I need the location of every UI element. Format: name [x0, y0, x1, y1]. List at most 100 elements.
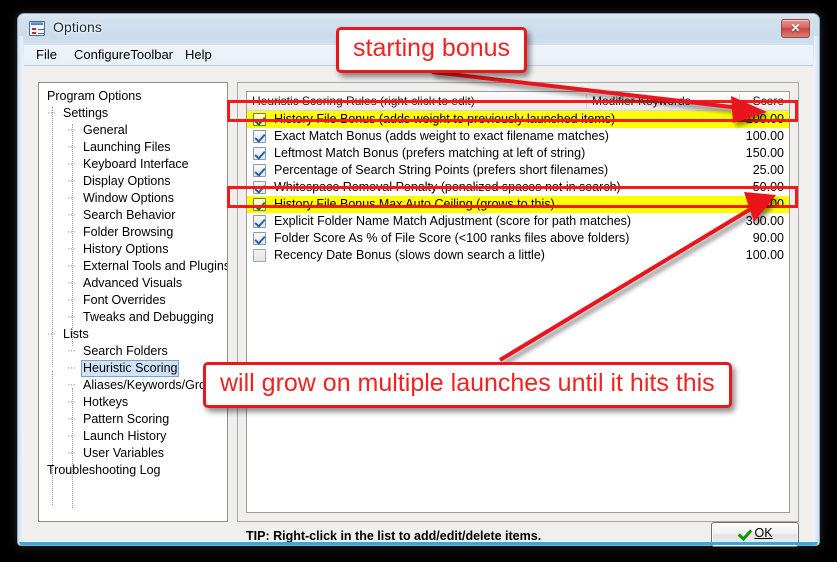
- tree-item-search-behavior[interactable]: ··· Search Behavior: [39, 207, 227, 224]
- rule-score: 100.00: [745, 112, 784, 126]
- tree-branch-icon: ···: [67, 141, 76, 153]
- rule-checkbox[interactable]: [253, 113, 266, 126]
- options-tree[interactable]: Program Options ··· Settings ··· General ··· L…: [38, 82, 228, 522]
- window-frame-right: [814, 36, 819, 542]
- tree-item-label: Keyboard Interface: [83, 157, 189, 171]
- callout-will-grow: will grow on multiple launches until it …: [203, 362, 732, 408]
- rule-label: History File Bonus (adds weight to previ…: [274, 112, 616, 126]
- tree-item-label: Window Options: [83, 191, 175, 205]
- table-row[interactable]: Folder Score As % of File Score (<100 ra…: [247, 230, 789, 247]
- rule-score: 25.00: [752, 163, 784, 177]
- rule-label: Folder Score As % of File Score (<100 ra…: [274, 231, 630, 245]
- list-header: Heuristic Scoring Rules (right-click to …: [247, 92, 789, 111]
- close-button[interactable]: ✕: [781, 19, 810, 38]
- menu-item-file[interactable]: File: [30, 46, 63, 64]
- tree-branch-icon: ···: [67, 158, 76, 170]
- column-header-rules[interactable]: Heuristic Scoring Rules (right-click to …: [252, 92, 475, 110]
- tree-item-label: Lists: [63, 327, 89, 341]
- tree-item-tweaks-and-debugging[interactable]: ··· Tweaks and Debugging: [39, 309, 227, 326]
- menu-item-help[interactable]: Help: [179, 46, 218, 64]
- table-row[interactable]: History File Bonus (adds weight to previ…: [247, 111, 789, 128]
- rule-checkbox[interactable]: [253, 181, 266, 194]
- tree-item-external-tools-and-plugins[interactable]: ··· External Tools and Plugins: [39, 258, 227, 275]
- table-row[interactable]: Leftmost Match Bonus (prefers matching a…: [247, 145, 789, 162]
- tree-item-label: External Tools and Plugins: [83, 259, 228, 273]
- rule-checkbox[interactable]: [253, 164, 266, 177]
- tree-item-label: General: [83, 123, 128, 137]
- heuristic-rules-list[interactable]: Heuristic Scoring Rules (right-click to …: [246, 91, 790, 513]
- rule-score: 100.00: [745, 248, 784, 262]
- tree-item-display-options[interactable]: ··· Display Options: [39, 173, 227, 190]
- tree-branch-icon: ···: [67, 124, 76, 136]
- tree-branch-icon: ···: [67, 362, 76, 374]
- tree-item-label: User Variables: [83, 446, 165, 460]
- tree-item-keyboard-interface[interactable]: ··· Keyboard Interface: [39, 156, 227, 173]
- menu-item-configuretoolbar[interactable]: ConfigureToolbar: [68, 46, 179, 64]
- tree-item-label: Font Overrides: [83, 293, 166, 307]
- rule-label: Leftmost Match Bonus (prefers matching a…: [274, 146, 586, 160]
- tree-item-heuristic-scoring[interactable]: ··· Heuristic Scoring: [39, 360, 227, 377]
- tree-item-settings[interactable]: ··· Settings: [39, 105, 227, 122]
- tree-item-launch-history[interactable]: ··· Launch History: [39, 428, 227, 445]
- tree-item-label: Pattern Scoring: [83, 412, 170, 426]
- tree-branch-icon: ···: [67, 209, 76, 221]
- rule-checkbox[interactable]: [253, 198, 266, 211]
- tree-branch-icon: ···: [67, 379, 76, 391]
- tree-branch-icon: ···: [67, 226, 76, 238]
- list-rows: History File Bonus (adds weight to previ…: [247, 111, 789, 264]
- tree-item-lists[interactable]: ··· Lists: [39, 326, 227, 343]
- table-row[interactable]: Explicit Folder Name Match Adjustment (s…: [247, 213, 789, 230]
- tree-branch-icon: ···: [67, 413, 76, 425]
- close-icon: ✕: [790, 21, 801, 35]
- tree-branch-icon: ···: [67, 430, 76, 442]
- column-divider[interactable]: [739, 94, 740, 109]
- tree-item-hotkeys[interactable]: ··· Hotkeys: [39, 394, 227, 411]
- client-area: Program Options ··· Settings ··· General ··· L…: [24, 65, 813, 547]
- tree-item-program-options[interactable]: Program Options: [39, 88, 227, 105]
- tree-item-history-options[interactable]: ··· History Options: [39, 241, 227, 258]
- tree-item-label: Launch History: [83, 429, 167, 443]
- tree-item-label: Tweaks and Debugging: [83, 310, 214, 324]
- table-row[interactable]: Exact Match Bonus (adds weight to exact …: [247, 128, 789, 145]
- rule-score: 150.00: [745, 146, 784, 160]
- tree-item-label: Display Options: [83, 174, 171, 188]
- column-header-modifiers[interactable]: Modifier Keywords: [592, 92, 691, 110]
- table-row[interactable]: Percentage of Search String Points (pref…: [247, 162, 789, 179]
- table-row[interactable]: Whitespace Removal Penalty (penalized sp…: [247, 179, 789, 196]
- table-row[interactable]: Recency Date Bonus (slows down search a …: [247, 247, 789, 264]
- tree-item-label: Heuristic Scoring: [81, 360, 180, 377]
- tree-item-advanced-visuals[interactable]: ··· Advanced Visuals: [39, 275, 227, 292]
- column-header-score[interactable]: Score: [753, 92, 784, 110]
- table-row[interactable]: History File Bonus Max Auto Ceiling (gro…: [247, 196, 789, 213]
- tree-branch-icon: ···: [67, 175, 76, 187]
- options-list-icon: [29, 21, 45, 36]
- tree-item-general[interactable]: ··· General: [39, 122, 227, 139]
- tree-item-launching-files[interactable]: ··· Launching Files: [39, 139, 227, 156]
- rule-checkbox[interactable]: [253, 130, 266, 143]
- tree-item-label: Hotkeys: [83, 395, 129, 409]
- rule-score: -50.00: [748, 180, 784, 194]
- window-frame-left: [18, 36, 23, 542]
- tree-item-folder-browsing[interactable]: ··· Folder Browsing: [39, 224, 227, 241]
- tree-item-troubleshooting-log[interactable]: Troubleshooting Log: [39, 462, 227, 479]
- callout-starting-bonus: starting bonus: [336, 27, 528, 73]
- ok-button[interactable]: OK: [711, 522, 799, 547]
- column-divider[interactable]: [586, 94, 587, 109]
- rule-label: Whitespace Removal Penalty (penalized sp…: [274, 180, 621, 194]
- tree-item-pattern-scoring[interactable]: ··· Pattern Scoring: [39, 411, 227, 428]
- rule-checkbox[interactable]: [253, 232, 266, 245]
- tree-item-window-options[interactable]: ··· Window Options: [39, 190, 227, 207]
- ok-button-label: OK: [754, 526, 773, 540]
- rule-checkbox[interactable]: [253, 249, 266, 262]
- checkmark-icon: [737, 526, 750, 540]
- tree-item-aliases-keywords-groups[interactable]: ··· Aliases/Keywords/Groups: [39, 377, 227, 394]
- rule-score: 110.00: [746, 197, 784, 211]
- rule-checkbox[interactable]: [253, 147, 266, 160]
- tree-item-user-variables[interactable]: ··· User Variables: [39, 445, 227, 462]
- tree-item-font-overrides[interactable]: ··· Font Overrides: [39, 292, 227, 309]
- options-window: Options ✕ File ConfigureToolbar Help Pro…: [17, 13, 820, 547]
- rule-checkbox[interactable]: [253, 215, 266, 228]
- tree-item-search-folders[interactable]: ··· Search Folders: [39, 343, 227, 360]
- rule-label: Recency Date Bonus (slows down search a …: [274, 248, 545, 262]
- rule-score: 90.00: [752, 231, 784, 245]
